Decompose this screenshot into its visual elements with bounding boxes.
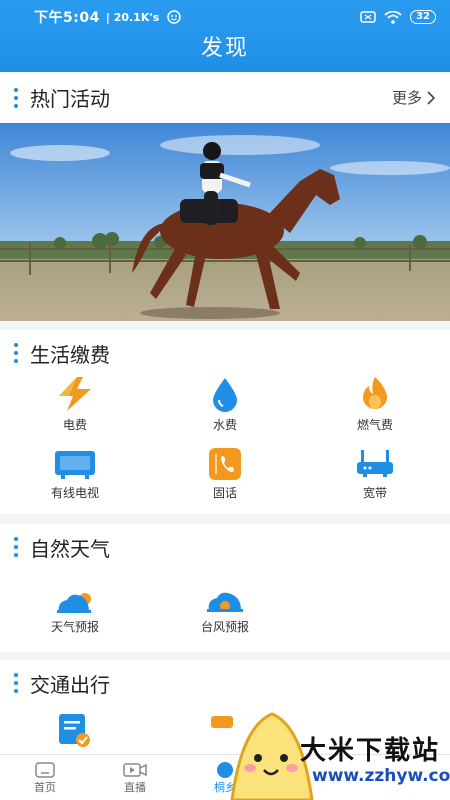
landline-button[interactable]: 固话 (150, 440, 300, 512)
app-header: 下午5:04 | 20.1K's 32 发现 (0, 0, 450, 72)
section-marker-icon (14, 537, 18, 557)
weather-cloud-icon (57, 593, 91, 613)
hot-activities-section: 热门活动 更多 (0, 72, 450, 321)
section-title-traffic: 交通出行 (30, 672, 110, 697)
more-link[interactable]: 更多 (392, 87, 436, 108)
router-icon (357, 450, 393, 477)
wifi-icon (384, 10, 402, 24)
home-icon (35, 761, 55, 778)
landline-label: 固话 (212, 486, 237, 500)
watermark-url: www.zzhyw.com (312, 766, 450, 786)
electricity-fee-label: 电费 (62, 418, 87, 432)
traffic-item-1-button[interactable] (0, 714, 150, 748)
typhoon-icon (207, 592, 243, 612)
water-drop-icon (213, 378, 237, 412)
page-title: 发现 (200, 36, 249, 61)
cable-tv-button[interactable]: 有线电视 (0, 440, 150, 512)
weather-forecast-label: 天气预报 (50, 620, 99, 634)
section-title-hot: 热门活动 (30, 87, 110, 111)
activity-banner-image[interactable] (0, 123, 450, 321)
status-time: 下午5:04 (34, 10, 100, 26)
sim-icon (360, 11, 376, 23)
section-marker-icon (14, 87, 18, 108)
broadband-label: 宽带 (362, 486, 387, 500)
gas-fee-label: 燃气费 (356, 418, 393, 432)
weather-section: 自然天气 天气预报 台风预报 (0, 524, 450, 652)
lightning-icon (59, 377, 91, 411)
life-payment-section: 生活缴费 电费 水费 燃气费 有线电视 固话 宽带 (0, 330, 450, 514)
weather-forecast-button[interactable]: 天气预报 (0, 590, 150, 650)
smiley-icon (167, 10, 182, 24)
water-fee-button[interactable]: 水费 (150, 376, 300, 440)
status-bar: 下午5:04 | 20.1K's 32 (0, 0, 450, 34)
video-icon (123, 762, 147, 777)
section-title-life: 生活缴费 (30, 342, 110, 367)
document-check-icon (59, 714, 90, 747)
phone-icon (209, 448, 241, 480)
more-label: 更多 (391, 89, 422, 107)
battery-indicator: 32 (410, 10, 436, 24)
tv-icon (55, 451, 95, 479)
status-speed: | 20.1K's (105, 10, 160, 24)
section-marker-icon (14, 673, 18, 693)
tab-live[interactable]: 直播 (90, 755, 180, 800)
section-marker-icon (14, 343, 18, 363)
electricity-fee-button[interactable]: 电费 (0, 376, 150, 440)
typhoon-forecast-label: 台风预报 (200, 620, 249, 634)
tab-home[interactable]: 首页 (0, 755, 90, 800)
watermark-name: 大米下载站 (300, 736, 441, 766)
section-title-weather: 自然天气 (30, 536, 110, 561)
gas-fee-button[interactable]: 燃气费 (300, 376, 450, 440)
water-fee-label: 水费 (212, 418, 237, 432)
chevron-right-icon (427, 90, 436, 105)
tab-live-label: 直播 (124, 780, 146, 794)
typhoon-forecast-button[interactable]: 台风预报 (150, 590, 300, 650)
gas-flame-icon (363, 377, 388, 410)
broadband-button[interactable]: 宽带 (300, 440, 450, 512)
cable-tv-label: 有线电视 (50, 486, 99, 500)
tab-home-label: 首页 (34, 780, 56, 794)
